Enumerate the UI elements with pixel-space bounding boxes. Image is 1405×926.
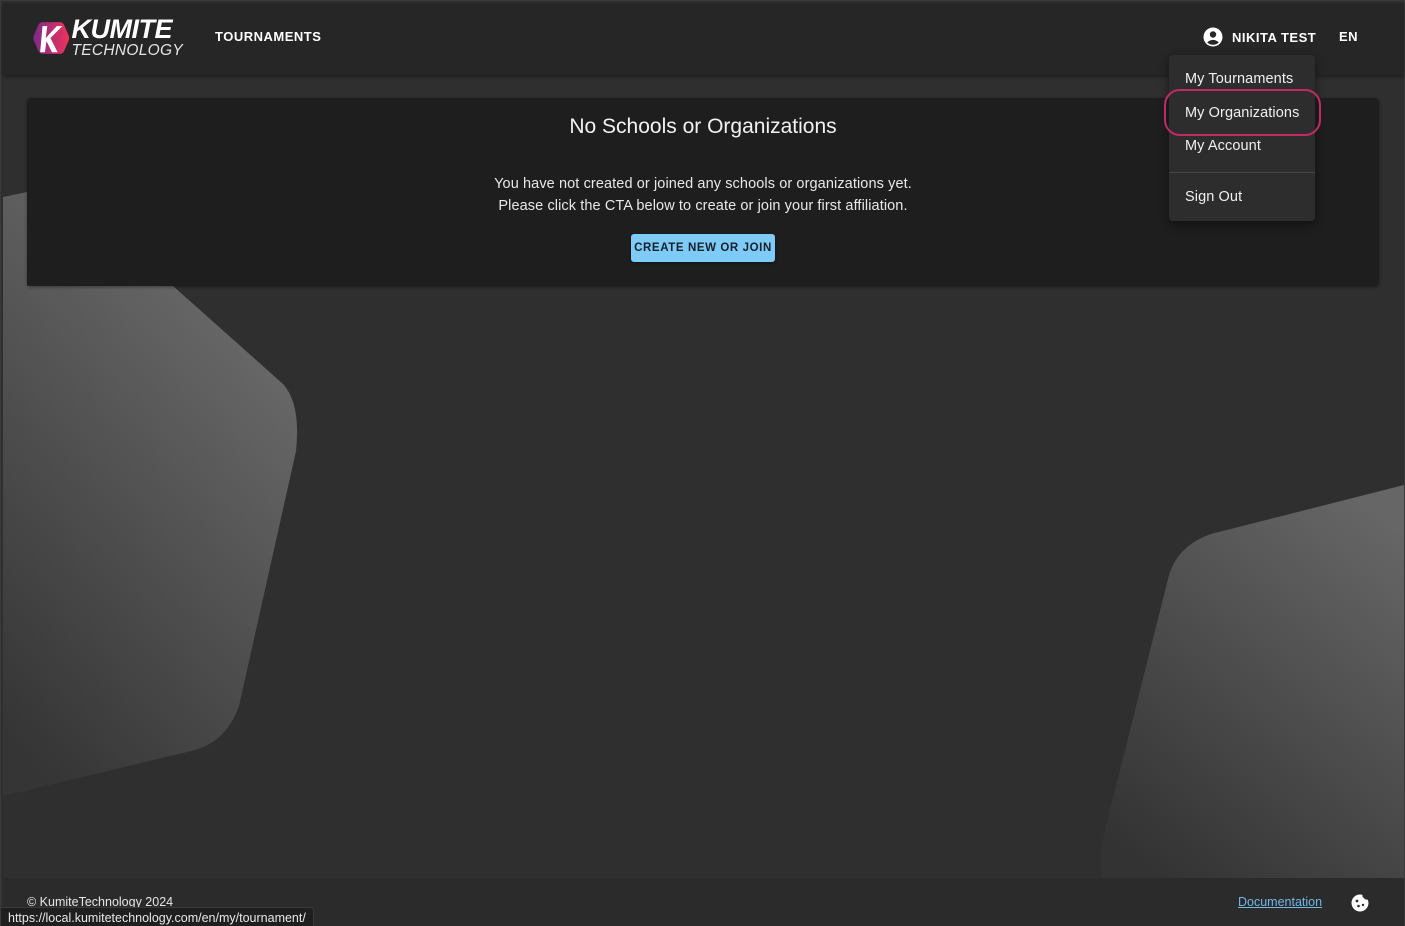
brand-name: KUMITE (71, 13, 172, 44)
menu-item-my-account[interactable]: My Account (1169, 130, 1315, 162)
kumite-hexagon-logo-icon (33, 22, 70, 54)
browser-status-url: https://local.kumitetechnology.com/en/my… (1, 907, 314, 926)
account-circle-icon (1203, 27, 1223, 47)
nav-tournaments[interactable]: TOURNAMENTS (215, 29, 321, 44)
documentation-link[interactable]: Documentation (1238, 895, 1322, 909)
user-menu-button[interactable]: NIKITA TEST (1203, 27, 1316, 47)
menu-divider (1169, 172, 1315, 173)
menu-item-my-tournaments[interactable]: My Tournaments (1169, 63, 1315, 95)
create-new-or-join-button[interactable]: CREATE NEW OR JOIN (631, 234, 775, 262)
bg-shape-right (1101, 485, 1404, 878)
brand-logo[interactable]: KUMITE TECHNOLOGY (33, 13, 183, 60)
language-selector[interactable]: EN (1339, 29, 1358, 44)
user-name: NIKITA TEST (1232, 29, 1317, 45)
menu-item-my-organizations[interactable]: My Organizations (1169, 97, 1315, 129)
brand-subtitle: TECHNOLOGY (71, 41, 183, 59)
menu-item-sign-out[interactable]: Sign Out (1169, 181, 1315, 213)
cookie-icon[interactable] (1350, 893, 1370, 913)
user-dropdown-menu: My Tournaments My Organizations My Accou… (1169, 55, 1315, 221)
